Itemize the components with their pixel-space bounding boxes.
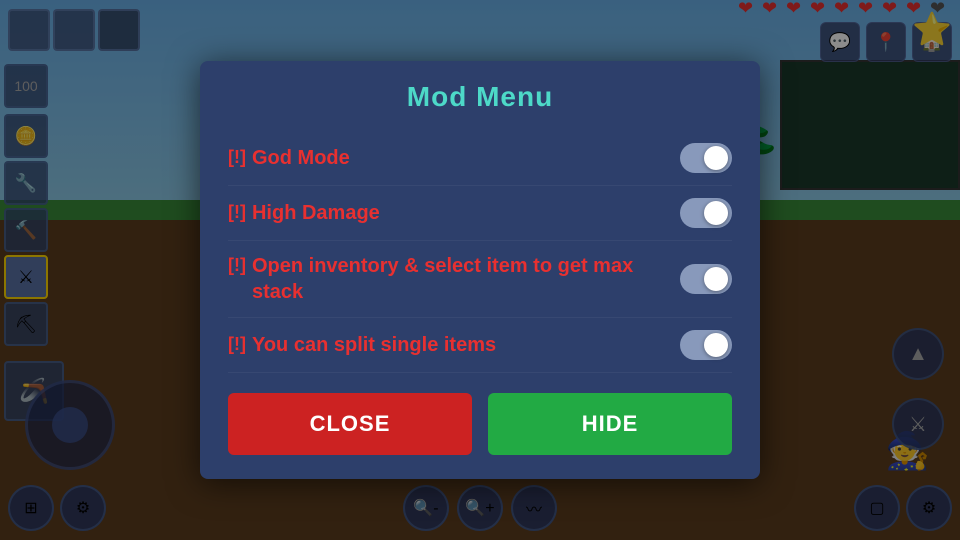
toggle-god-mode[interactable] [680, 143, 732, 173]
toggle-knob-max-stack [704, 267, 728, 291]
mod-item-max-stack: [!] Open inventory & select item to get … [228, 241, 732, 318]
exclaim-max-stack: [!] [228, 255, 246, 276]
modal-buttons: CLOSE HIDE [228, 393, 732, 455]
toggle-max-stack[interactable] [680, 264, 732, 294]
toggle-knob-god-mode [704, 146, 728, 170]
modal-overlay: Mod Menu [!] God Mode [!] High Damage [0, 0, 960, 540]
mod-item-split-items: [!] You can split single items [228, 318, 732, 373]
exclaim-god-mode: [!] [228, 147, 246, 168]
close-button[interactable]: CLOSE [228, 393, 472, 455]
mod-label-split-items: [!] You can split single items [228, 332, 668, 358]
text-split-items: You can split single items [252, 332, 496, 358]
exclaim-high-damage: [!] [228, 202, 246, 223]
mod-item-high-damage: [!] High Damage [228, 186, 732, 241]
text-max-stack: Open inventory & select item to get max … [252, 253, 668, 305]
toggle-knob-split-items [704, 333, 728, 357]
text-god-mode: God Mode [252, 145, 350, 171]
toggle-knob-high-damage [704, 201, 728, 225]
mod-menu-modal: Mod Menu [!] God Mode [!] High Damage [200, 61, 760, 479]
mod-label-high-damage: [!] High Damage [228, 200, 668, 226]
mod-item-god-mode: [!] God Mode [228, 131, 732, 186]
hide-button[interactable]: HIDE [488, 393, 732, 455]
mod-label-god-mode: [!] God Mode [228, 145, 668, 171]
exclaim-split-items: [!] [228, 334, 246, 355]
mod-label-max-stack: [!] Open inventory & select item to get … [228, 253, 668, 305]
text-high-damage: High Damage [252, 200, 380, 226]
modal-title: Mod Menu [228, 81, 732, 113]
toggle-split-items[interactable] [680, 330, 732, 360]
toggle-high-damage[interactable] [680, 198, 732, 228]
